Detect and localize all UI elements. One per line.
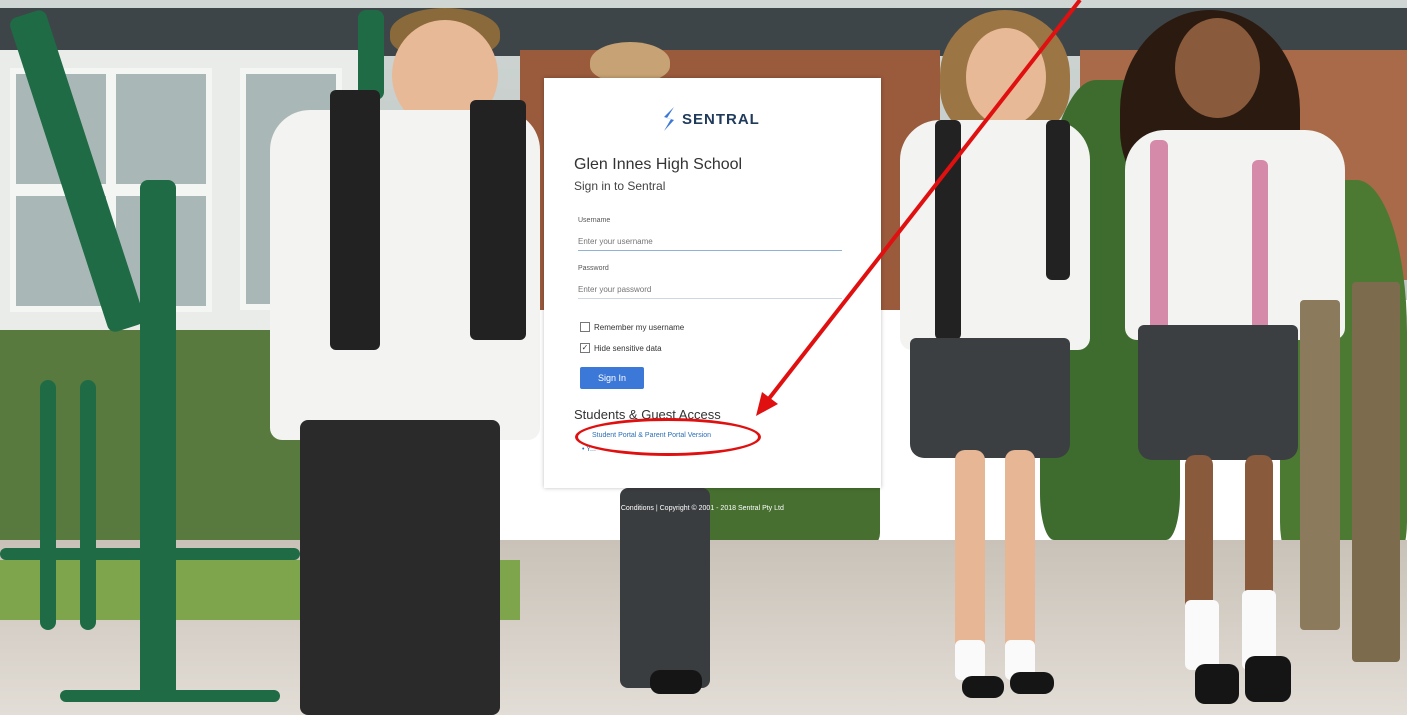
shoe xyxy=(650,670,702,694)
hide-sensitive-data-checkbox[interactable]: ✓ Hide sensitive data xyxy=(580,343,662,353)
trousers xyxy=(300,420,500,715)
sentral-logo-icon xyxy=(664,107,674,131)
password-input[interactable] xyxy=(578,280,842,299)
window xyxy=(110,68,212,190)
skirt xyxy=(910,338,1070,458)
annotation-oval xyxy=(575,418,761,456)
remember-username-label: Remember my username xyxy=(594,322,685,332)
trousers xyxy=(620,488,710,688)
post xyxy=(1300,300,1340,630)
rail xyxy=(80,380,96,630)
sock xyxy=(1185,600,1219,670)
footer: ● Terms & Conditions | Copyright © 2001 … xyxy=(586,505,784,512)
skirt xyxy=(1138,325,1298,460)
checkbox-checked-icon[interactable]: ✓ xyxy=(580,343,590,353)
shoe xyxy=(1245,656,1291,702)
sign-in-subtitle: Sign in to Sentral xyxy=(574,179,666,193)
info-icon: ● xyxy=(586,505,591,512)
face xyxy=(1175,18,1260,118)
footer-text[interactable]: Terms & Conditions | Copyright © 2001 - … xyxy=(593,505,784,512)
rail xyxy=(140,180,176,700)
brand-name: SENTRAL xyxy=(682,110,760,128)
shoe xyxy=(1195,664,1239,704)
shoe xyxy=(1010,672,1054,694)
rail xyxy=(358,10,384,100)
username-label: Username xyxy=(578,217,611,224)
post xyxy=(1352,282,1400,662)
hair xyxy=(590,42,670,82)
hide-sensitive-data-label: Hide sensitive data xyxy=(594,343,662,353)
sock xyxy=(955,640,985,680)
username-input[interactable] xyxy=(578,232,842,251)
leg xyxy=(955,450,985,660)
checkbox-empty-icon[interactable] xyxy=(580,322,590,332)
backpack-strap xyxy=(330,90,380,350)
rail xyxy=(40,380,56,630)
rail xyxy=(60,690,280,702)
backpack-strap xyxy=(935,120,961,340)
school-name: Glen Innes High School xyxy=(574,156,743,173)
remember-username-checkbox[interactable]: Remember my username xyxy=(580,322,684,332)
brand-logo: SENTRAL xyxy=(662,106,760,132)
leg xyxy=(1005,450,1035,660)
sign-in-button[interactable]: Sign In xyxy=(580,367,644,389)
backpack-strap xyxy=(470,100,526,340)
face xyxy=(966,28,1046,126)
backpack-strap xyxy=(1046,120,1070,280)
rail xyxy=(0,548,300,560)
password-label: Password xyxy=(578,265,609,272)
shoe xyxy=(962,676,1004,698)
